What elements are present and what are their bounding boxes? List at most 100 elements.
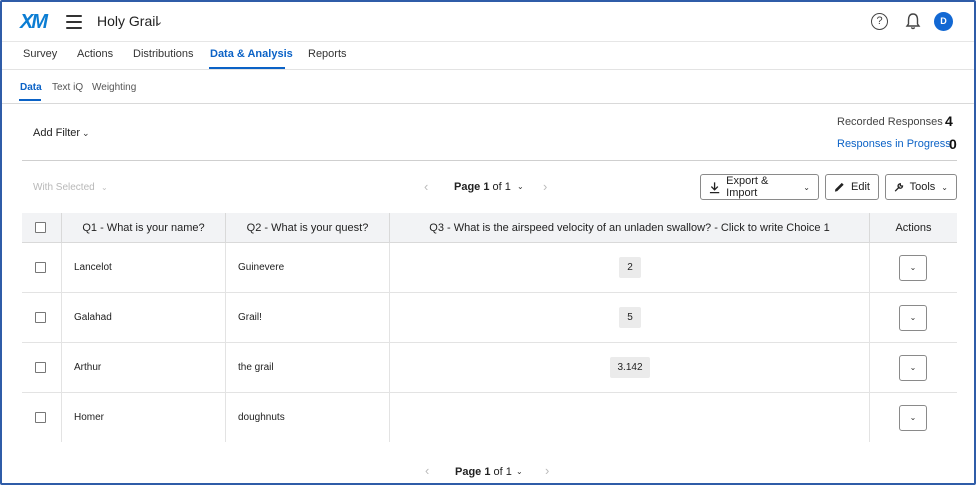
q3-cell: 3.142 (390, 343, 870, 393)
column-header-q2[interactable]: Q2 - What is your quest? (226, 213, 390, 243)
q1-value: Arthur (74, 362, 102, 373)
tab-distributions[interactable]: Distributions (133, 48, 194, 60)
column-header-actions: Actions (895, 222, 932, 234)
column-header-q3[interactable]: Q3 - What is the airspeed velocity of an… (390, 213, 870, 243)
q3-value: 5 (619, 307, 641, 328)
tab-actions[interactable]: Actions (77, 48, 113, 60)
select-cell (22, 393, 62, 442)
responses-in-progress-count: 0 (949, 136, 957, 152)
avatar[interactable]: D (934, 12, 953, 31)
responses-in-progress-link[interactable]: Responses in Progress (837, 138, 951, 150)
row-checkbox[interactable] (35, 412, 46, 423)
chevron-down-icon[interactable]: ⌄ (101, 183, 108, 192)
actions-cell: ⌄ (870, 293, 957, 343)
divider (22, 160, 957, 161)
row-actions-dropdown[interactable]: ⌄ (899, 355, 927, 381)
page-of: of (493, 466, 503, 478)
row-checkbox[interactable] (35, 362, 46, 373)
next-page-icon[interactable]: › (543, 179, 547, 194)
q1-cell: Galahad (62, 293, 226, 343)
tools-button[interactable]: Tools ⌄ (885, 174, 957, 200)
tab-reports[interactable]: Reports (308, 48, 347, 60)
project-name[interactable]: Holy Grail (97, 13, 158, 29)
q1-cell: Homer (62, 393, 226, 442)
row-actions-dropdown[interactable]: ⌄ (899, 405, 927, 431)
tab-data-analysis[interactable]: Data & Analysis (210, 48, 293, 60)
select-cell (22, 243, 62, 293)
page-total: 1 (505, 466, 512, 478)
tab-survey[interactable]: Survey (23, 48, 57, 60)
tools-label: Tools (909, 181, 936, 193)
q2-value: doughnuts (238, 412, 285, 423)
actions-cell: ⌄ (870, 343, 957, 393)
prev-page-icon[interactable]: ‹ (424, 179, 428, 194)
subtab-weighting[interactable]: Weighting (92, 82, 136, 93)
chevron-down-icon[interactable]: ⌄ (517, 182, 524, 191)
q3-value: 3.142 (610, 357, 650, 378)
add-filter-button[interactable]: Add Filter (33, 127, 80, 139)
q2-cell: Grail! (226, 293, 390, 343)
download-icon (709, 181, 720, 193)
page-of: of (492, 181, 502, 193)
table-row: Arthur the grail 3.142 ⌄ (22, 343, 957, 393)
q1-cell: Arthur (62, 343, 226, 393)
responses-table: Q1 - What is your name? Q2 - What is you… (22, 213, 957, 442)
export-import-button[interactable]: Export & Import ⌄ (700, 174, 819, 200)
recorded-responses-count: 4 (945, 113, 953, 129)
q3-cell: 2 (390, 243, 870, 293)
q1-value: Galahad (74, 312, 112, 323)
q2-cell: the grail (226, 343, 390, 393)
table-row: Galahad Grail! 5 ⌄ (22, 293, 957, 343)
q2-cell: doughnuts (226, 393, 390, 442)
q2-value: the grail (238, 362, 274, 373)
chevron-down-icon[interactable]: ⌄ (154, 15, 163, 28)
q1-cell: Lancelot (62, 243, 226, 293)
page-indicator-bottom[interactable]: Page 1 of 1 (455, 466, 512, 478)
page-current: 1 (483, 181, 490, 193)
column-header-q1[interactable]: Q1 - What is your name? (62, 213, 226, 243)
xm-logo[interactable]: XM (20, 11, 48, 34)
page-total: 1 (504, 181, 511, 193)
q3-value: 2 (619, 257, 641, 278)
bell-icon[interactable] (904, 12, 922, 31)
row-checkbox[interactable] (35, 262, 46, 273)
select-cell (22, 343, 62, 393)
select-cell (22, 293, 62, 343)
main-tabs: Survey Actions Distributions Data & Anal… (2, 42, 974, 70)
page-label: Page (455, 466, 482, 478)
row-actions-dropdown[interactable]: ⌄ (899, 305, 927, 331)
app-window: XM Holy Grail ⌄ ? D Survey Actions Distr… (0, 0, 976, 485)
q3-cell: 5 (390, 293, 870, 343)
edit-button[interactable]: Edit (825, 174, 879, 200)
pencil-icon (834, 182, 844, 192)
page-indicator[interactable]: Page 1 of 1 (454, 181, 511, 193)
top-bar: XM Holy Grail ⌄ ? D (2, 2, 974, 42)
page-label: Page (454, 181, 481, 193)
row-actions-dropdown[interactable]: ⌄ (899, 255, 927, 281)
with-selected-dropdown[interactable]: With Selected (33, 182, 95, 193)
prev-page-icon[interactable]: ‹ (425, 463, 429, 478)
table-row: Lancelot Guinevere 2 ⌄ (22, 243, 957, 293)
export-import-label: Export & Import (726, 175, 769, 199)
q3-cell (390, 393, 870, 442)
help-icon[interactable]: ? (871, 13, 888, 30)
actions-cell: ⌄ (870, 393, 957, 442)
chevron-down-icon[interactable]: ⌄ (516, 467, 523, 476)
next-page-icon[interactable]: › (545, 463, 549, 478)
recorded-responses-label: Recorded Responses (837, 116, 943, 128)
sub-tabs: Data Text iQ Weighting (2, 70, 974, 104)
header-select-cell (22, 213, 62, 243)
table-header: Q1 - What is your name? Q2 - What is you… (22, 213, 957, 243)
subtab-text-iq[interactable]: Text iQ (52, 82, 83, 93)
row-checkbox[interactable] (35, 312, 46, 323)
chevron-down-icon[interactable]: ⌄ (82, 128, 90, 139)
hamburger-menu-icon[interactable] (66, 15, 82, 29)
active-subtab-indicator (19, 99, 41, 101)
edit-label: Edit (851, 181, 870, 193)
q2-cell: Guinevere (226, 243, 390, 293)
select-all-checkbox[interactable] (35, 222, 46, 233)
chevron-down-icon: ⌄ (941, 182, 948, 192)
chevron-down-icon: ⌄ (803, 182, 810, 192)
subtab-data[interactable]: Data (20, 82, 42, 93)
actions-cell: ⌄ (870, 243, 957, 293)
